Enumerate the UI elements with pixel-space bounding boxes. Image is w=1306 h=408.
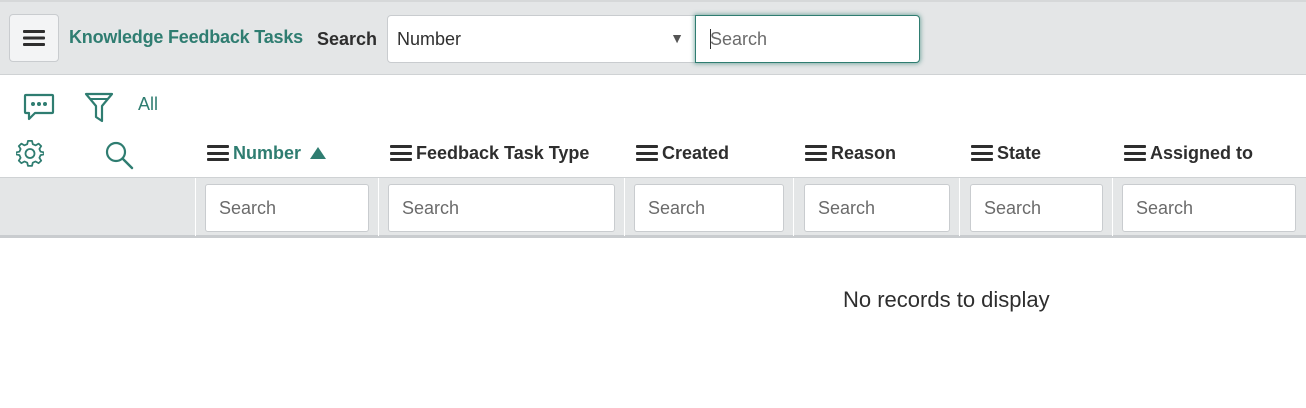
text-cursor (710, 29, 711, 49)
column-menu-icon[interactable] (971, 145, 993, 161)
filter-funnel-icon (84, 92, 114, 123)
activity-stream-button[interactable] (22, 92, 56, 122)
empty-list-message: No records to display (843, 287, 1050, 312)
personalize-list-button[interactable] (15, 140, 45, 168)
search-state-input[interactable] (970, 184, 1103, 232)
column-header-assigned-to[interactable]: Assigned to (1124, 140, 1253, 166)
search-feedback-task-type-input[interactable] (388, 184, 615, 232)
search-label: Search (317, 29, 378, 49)
column-divider (195, 178, 196, 236)
filter-button[interactable] (83, 91, 115, 124)
list-header: Knowledge Feedback Tasks Search Number ▼ (0, 0, 1306, 75)
context-menu-button[interactable] (9, 14, 59, 62)
list-title[interactable]: Knowledge Feedback Tasks (69, 27, 303, 48)
column-divider (1112, 178, 1113, 236)
hamburger-icon (23, 30, 45, 46)
column-label: State (997, 142, 1042, 163)
column-header-state[interactable]: State (971, 140, 1041, 166)
search-number-input[interactable] (205, 184, 369, 232)
sort-ascending-icon (310, 147, 327, 159)
column-menu-icon[interactable] (207, 145, 229, 161)
search-field-select[interactable]: Number ▼ (387, 15, 696, 63)
caret-down-icon: ▼ (670, 30, 684, 46)
search-reason-input[interactable] (804, 184, 950, 232)
column-menu-icon[interactable] (805, 145, 827, 161)
column-menu-icon[interactable] (1124, 145, 1146, 161)
column-label: Number (233, 142, 302, 163)
column-menu-icon[interactable] (390, 145, 412, 161)
column-search-toggle-button[interactable] (104, 140, 134, 170)
column-divider (793, 178, 794, 236)
breadcrumb-all[interactable]: All (138, 94, 158, 115)
column-header-reason[interactable]: Reason (805, 140, 896, 166)
gear-icon (16, 140, 44, 167)
search-created-input[interactable] (634, 184, 784, 232)
column-menu-icon[interactable] (636, 145, 658, 161)
column-label: Assigned to (1150, 142, 1254, 163)
search-assigned-to-input[interactable] (1122, 184, 1296, 232)
column-header-created[interactable]: Created (636, 140, 729, 166)
column-divider (378, 178, 379, 236)
column-label: Feedback Task Type (416, 142, 590, 163)
column-header-feedback-task-type[interactable]: Feedback Task Type (390, 140, 589, 166)
column-divider (959, 178, 960, 236)
chat-bubble-icon (23, 93, 55, 121)
column-label: Created (662, 142, 730, 163)
column-label: Reason (831, 142, 897, 163)
search-icon (105, 141, 134, 170)
search-field-selected: Number (397, 28, 462, 49)
column-header-number[interactable]: Number (207, 140, 327, 166)
column-divider (624, 178, 625, 236)
list-search-input[interactable] (695, 15, 920, 63)
